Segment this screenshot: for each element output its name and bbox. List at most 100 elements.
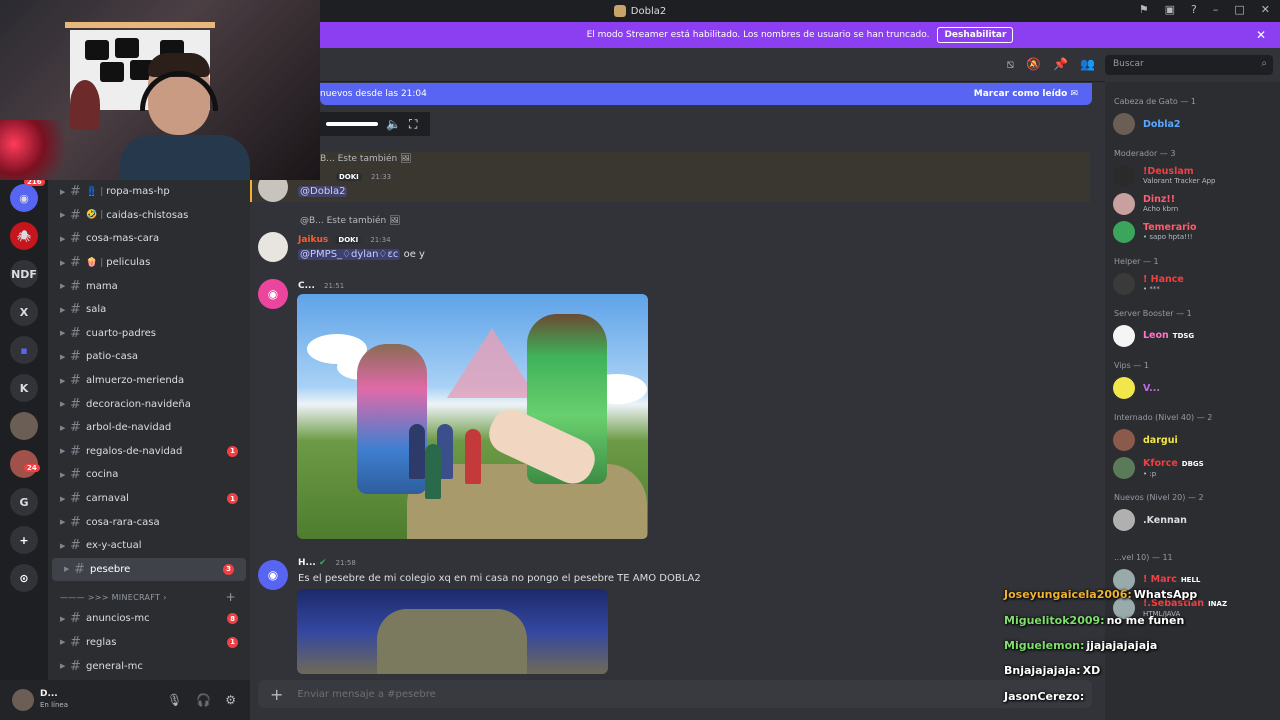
channel-almuerzo-merienda[interactable]: ▶ # almuerzo-merienda	[48, 369, 250, 393]
screen-icon[interactable]: ▣	[1165, 3, 1175, 16]
member-item[interactable]: .Kennan	[1105, 506, 1280, 534]
add-server-icon[interactable]: +	[10, 526, 38, 554]
stream-chat-overlay: Joseyungaicela2006: WhatsApp Miguelitok200…	[1004, 582, 1280, 712]
home-button[interactable]: 216 ◉	[10, 178, 45, 212]
mention[interactable]: @Dobla2	[298, 186, 348, 197]
member-item[interactable]: ! Hance • ***	[1105, 270, 1280, 298]
help-icon[interactable]: ?	[1191, 3, 1197, 16]
member-item[interactable]: !Deuslam Valorant Tracker App	[1105, 162, 1280, 190]
maximize-icon[interactable]: □	[1234, 3, 1244, 16]
avatar[interactable]	[258, 232, 288, 262]
close-icon[interactable]: ✕	[1261, 3, 1270, 16]
banner-close-icon[interactable]: ✕	[1256, 28, 1266, 42]
channel-reglas[interactable]: ▶ # reglas 1	[48, 631, 250, 655]
server-x[interactable]: X	[10, 298, 38, 326]
chevron-right-icon: ▶	[60, 282, 66, 291]
message-author[interactable]: H... ✔ 21:58	[298, 558, 356, 568]
hash-icon: #	[70, 207, 81, 223]
threads-icon[interactable]: ⧅	[1007, 57, 1015, 72]
add-attachment-icon[interactable]: +	[270, 685, 283, 704]
search-input[interactable]: Buscar ⌕	[1105, 55, 1273, 75]
server-avatar[interactable]	[10, 412, 38, 440]
avatar[interactable]	[12, 689, 34, 711]
member-tag: TDSG	[1172, 332, 1195, 340]
channel-cosa-mas-cara[interactable]: ▶ # cosa-mas-cara	[48, 227, 250, 251]
member-item[interactable]: Dobla2	[1105, 110, 1280, 138]
mention[interactable]: @PMPS_♢dylan♢ɛc	[298, 249, 401, 260]
member-group-header: Internado (Nivel 40) — 2	[1114, 412, 1213, 422]
headphones-icon[interactable]: 🎧	[196, 693, 211, 707]
volume-icon[interactable]: 🔈	[386, 117, 401, 131]
new-messages-bar[interactable]: nuevos desde las 21:04 Marcar como leído…	[320, 83, 1092, 105]
server-spiderman[interactable]: 🕷	[10, 222, 38, 250]
channel-pesebre[interactable]: ▶ # pesebre 3	[52, 557, 246, 582]
channel-sala[interactable]: ▶ # sala	[48, 298, 250, 322]
channel-cocina[interactable]: ▶ # cocina	[48, 463, 250, 487]
message-author[interactable]: C... 21:51	[298, 281, 344, 291]
microphone-icon[interactable]: 🎙	[167, 693, 182, 707]
stream-chat-message: XD	[1082, 664, 1101, 678]
channel-ex-y-actual[interactable]: ▶ # ex-y-actual	[48, 534, 250, 558]
add-channel-icon[interactable]: +	[226, 590, 236, 604]
member-item[interactable]: Temerario • sapo hpta!!!	[1105, 218, 1280, 246]
server-ndf[interactable]: NDF	[10, 260, 38, 288]
chat-header: ⧅ 🔕 📌 👥	[250, 48, 1105, 82]
fullscreen-icon[interactable]: ⛶	[409, 117, 417, 132]
category-minecraft[interactable]: ——— >>> MINECRAFT › +	[48, 587, 250, 607]
channel-decoracion-navideña[interactable]: ▶ # decoracion-navideña	[48, 392, 250, 416]
minimize-icon[interactable]: –	[1213, 3, 1219, 16]
channel-mama[interactable]: ▶ # mama	[48, 274, 250, 298]
member-item[interactable]: Kforce DBGS • :p	[1105, 454, 1280, 482]
school-nativity-image[interactable]	[297, 589, 608, 674]
volume-slider[interactable]	[326, 122, 378, 126]
user-status: En línea	[40, 701, 69, 709]
message-time: 21:34	[370, 236, 391, 244]
channel-label: cosa-mas-cara	[86, 233, 160, 245]
channel-cuarto-padres[interactable]: ▶ # cuarto-padres	[48, 322, 250, 346]
avatar	[1113, 457, 1135, 479]
message-author[interactable]: Jaikus DOKI 21:34	[298, 235, 391, 245]
channel-general-mc[interactable]: ▶ # general-mc	[48, 654, 250, 678]
member-item[interactable]: V...	[1105, 374, 1280, 402]
hash-icon: #	[70, 514, 81, 530]
explore-icon[interactable]: ⊙	[10, 564, 38, 592]
server-k[interactable]: K	[10, 374, 38, 402]
disable-streamer-button[interactable]: Deshabilitar	[937, 27, 1014, 43]
flag-icon[interactable]: ⚑	[1139, 3, 1149, 16]
members-icon[interactable]: 👥	[1080, 57, 1095, 72]
nativity-image[interactable]	[297, 294, 648, 539]
channel-arbol-de-navidad[interactable]: ▶ # arbol-de-navidad	[48, 416, 250, 440]
stream-chat-line: Joseyungaicela2006: WhatsApp	[1004, 582, 1280, 607]
channel-carnaval[interactable]: ▶ # carnaval 1	[48, 487, 250, 511]
member-name: V...	[1143, 382, 1160, 394]
server-g[interactable]: G	[10, 488, 38, 516]
message-composer[interactable]: + Enviar mensaje a #pesebre	[258, 680, 1092, 708]
member-item[interactable]: Dinz!! Acho kbrn	[1105, 190, 1280, 218]
channel-caidas-chistosas[interactable]: ▶ # 🤣 | caidas-chistosas	[48, 204, 250, 228]
member-item[interactable]: Leon TDSG	[1105, 322, 1280, 350]
channel-peliculas[interactable]: ▶ # 🍿 | peliculas	[48, 251, 250, 275]
settings-icon[interactable]: ⚙	[225, 693, 236, 707]
stream-chat-user: Bnjajajajaja:	[1004, 664, 1081, 678]
stream-chat-message: no me funen	[1106, 613, 1185, 627]
channel-ropa-mas-hp[interactable]: ▶ # 👖 | ropa-mas-hp	[48, 180, 250, 204]
chevron-right-icon: ▶	[60, 305, 66, 314]
channel-patio-casa[interactable]: ▶ # patio-casa	[48, 345, 250, 369]
discord-avatar-icon[interactable]: ◉	[258, 279, 288, 309]
mute-icon[interactable]: 🔕	[1026, 57, 1041, 72]
channel-cosa-rara-casa[interactable]: ▶ # cosa-rara-casa	[48, 510, 250, 534]
mark-as-read-button[interactable]: Marcar como leído ✉	[974, 89, 1078, 99]
member-group-header: Cabeza de Gato — 1	[1114, 96, 1196, 106]
discord-avatar-icon[interactable]: ◉	[258, 560, 288, 590]
message-author[interactable]: DOKI 21:33	[332, 172, 391, 182]
user-panel: D... En línea 🎙 🎧 ⚙	[0, 680, 250, 720]
folder-icon[interactable]: ▪	[10, 336, 38, 364]
hash-icon: #	[70, 255, 81, 271]
channel-regalos-de-navidad[interactable]: ▶ # regalos-de-navidad 1	[48, 440, 250, 464]
channel-label: cosa-rara-casa	[86, 516, 160, 528]
pin-icon[interactable]: 📌	[1053, 57, 1068, 72]
member-item[interactable]: dargui	[1105, 426, 1280, 454]
server-avatar-2[interactable]: 24	[10, 450, 40, 478]
member-group-header: Moderador — 3	[1114, 148, 1176, 158]
channel-anuncios-mc[interactable]: ▶ # anuncios-mc 8	[48, 607, 250, 631]
